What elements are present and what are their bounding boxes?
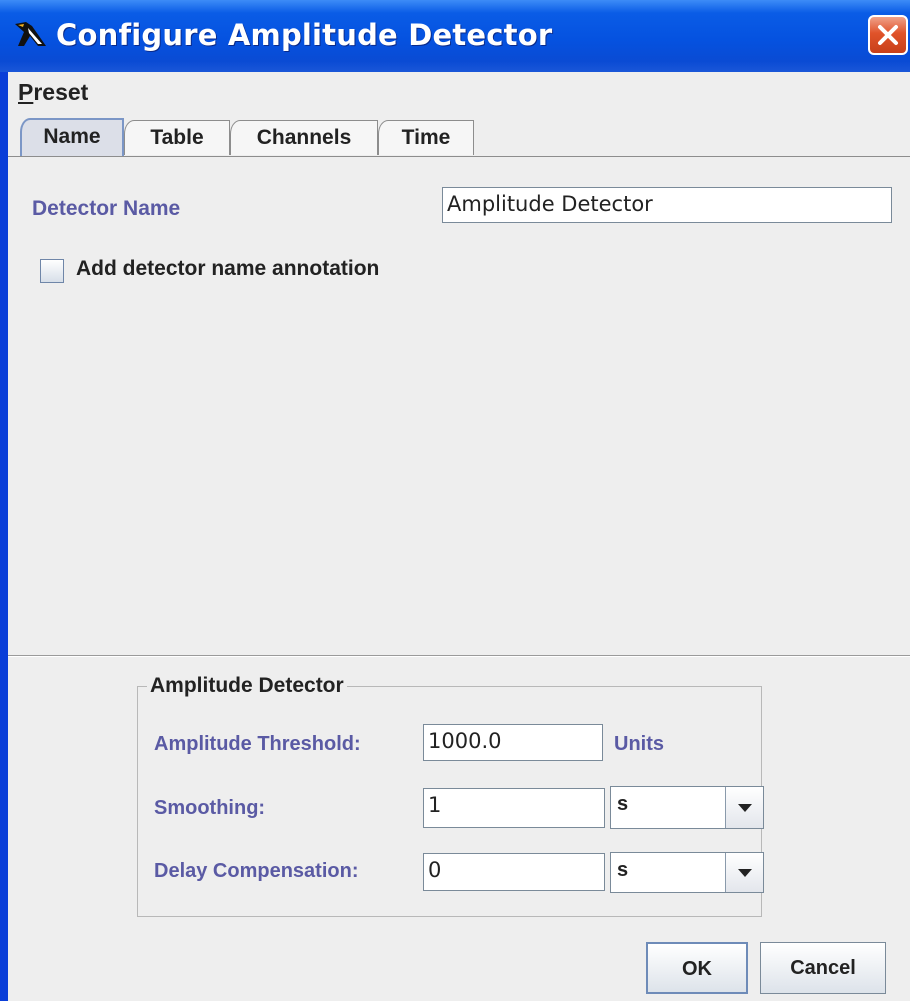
threshold-field[interactable]: 1000.0 [423, 724, 603, 761]
annotation-checkbox-label[interactable]: Add detector name annotation [76, 257, 379, 281]
delay-unit-select[interactable]: s [610, 852, 764, 893]
title-bar[interactable]: Configure Amplitude Detector [0, 0, 910, 72]
close-icon [878, 25, 898, 45]
menu-preset-mnemonic: P [18, 79, 34, 105]
window-border [0, 72, 8, 1001]
smoothing-dropdown-button[interactable] [725, 787, 763, 828]
detector-name-label: Detector Name [32, 197, 181, 220]
tab-time[interactable]: Time [378, 120, 474, 155]
threshold-label: Amplitude Threshold: [154, 733, 361, 755]
smoothing-unit-value: s [617, 793, 629, 815]
menu-bar: Preset [8, 72, 910, 116]
tab-name[interactable]: Name [20, 118, 124, 156]
group-title: Amplitude Detector [147, 674, 347, 698]
detector-name-field[interactable]: Amplitude Detector [442, 187, 892, 223]
penguin-icon [12, 16, 48, 52]
threshold-units-label: Units [614, 733, 664, 755]
divider-highlight [8, 656, 910, 657]
close-button[interactable] [868, 15, 908, 55]
chevron-down-icon [738, 869, 752, 877]
delay-dropdown-button[interactable] [725, 853, 763, 892]
chevron-down-icon [738, 804, 752, 812]
delay-unit-value: s [617, 859, 629, 881]
tab-table[interactable]: Table [124, 120, 230, 155]
window-title: Configure Amplitude Detector [56, 18, 553, 52]
smoothing-label: Smoothing: [154, 797, 266, 819]
smoothing-field[interactable]: 1 [423, 788, 605, 828]
name-tab-panel: Detector Name Amplitude Detector Add det… [8, 157, 910, 657]
annotation-checkbox[interactable] [40, 259, 64, 283]
delay-field[interactable]: 0 [423, 853, 605, 891]
cancel-button[interactable]: Cancel [760, 942, 886, 994]
tab-channels[interactable]: Channels [230, 120, 378, 155]
dialog-window: Configure Amplitude Detector Preset Name… [0, 0, 910, 1001]
tab-strip: Name Table Channels Time [8, 116, 910, 156]
menu-preset[interactable]: Preset [18, 79, 88, 106]
menu-preset-label: reset [33, 79, 89, 105]
ok-button[interactable]: OK [646, 942, 748, 994]
delay-label: Delay Compensation: [154, 860, 359, 882]
smoothing-unit-select[interactable]: s [610, 786, 764, 829]
